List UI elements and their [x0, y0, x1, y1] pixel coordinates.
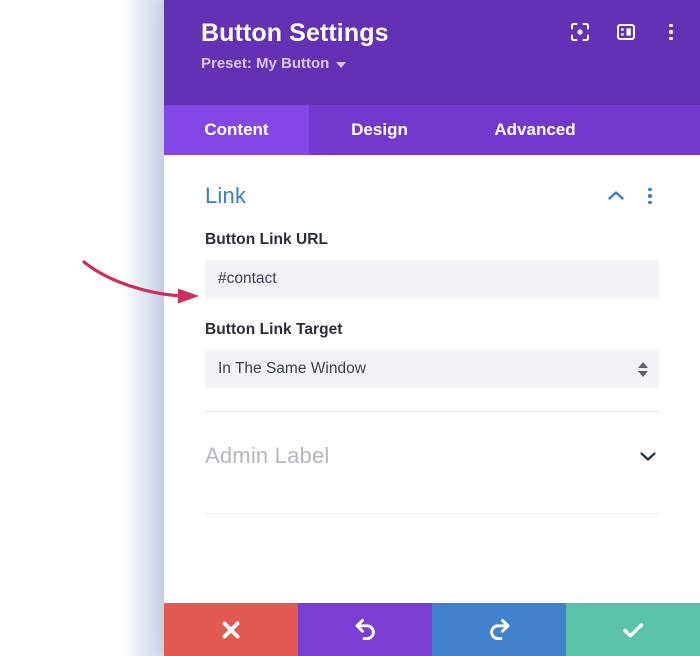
tab-design-label: Design	[351, 120, 408, 139]
button-link-target-label: Button Link Target	[205, 321, 343, 338]
tab-content-label: Content	[204, 120, 269, 139]
link-section-more-options-icon[interactable]	[641, 186, 659, 206]
admin-label-section: Admin Label	[164, 412, 700, 514]
chevron-up-icon[interactable]	[605, 185, 627, 207]
link-section-header[interactable]: Link	[205, 155, 659, 231]
redo-icon	[489, 618, 509, 641]
divi-button-settings-modal: Button Settings Preset: My Button Conten…	[0, 0, 700, 656]
tab-advanced[interactable]: Advanced	[450, 105, 620, 155]
check-icon	[623, 622, 644, 637]
focus-icon[interactable]	[570, 22, 590, 42]
undo-icon	[355, 618, 375, 641]
settings-panel: Button Settings Preset: My Button Conten…	[164, 0, 700, 656]
button-link-url-label: Button Link URL	[205, 231, 329, 248]
panel-header: Button Settings Preset: My Button	[164, 0, 700, 105]
cancel-button[interactable]	[164, 603, 298, 656]
layout-panel-icon[interactable]	[616, 22, 636, 42]
more-options-icon[interactable]	[662, 22, 680, 42]
tab-bar: Content Design Advanced	[164, 105, 700, 155]
redo-button[interactable]	[432, 603, 566, 656]
link-section-title: Link	[205, 183, 247, 208]
button-link-target-select-wrap: In The Same Window	[205, 350, 659, 388]
admin-label-section-title: Admin Label	[205, 443, 330, 468]
preset-selector[interactable]: Preset: My Button	[201, 54, 676, 74]
tab-content[interactable]: Content	[164, 105, 309, 155]
link-section: Link Button Link URL #contact Button Lin…	[164, 155, 700, 412]
header-actions	[570, 22, 680, 42]
preset-label: Preset: My Button	[201, 55, 330, 72]
chevron-down-icon	[336, 62, 347, 68]
admin-label-section-header[interactable]: Admin Label	[205, 412, 659, 500]
tab-design[interactable]: Design	[309, 105, 450, 155]
save-button[interactable]	[566, 603, 700, 656]
button-link-target-field: Button Link Target In The Same Window	[205, 321, 659, 388]
undo-button[interactable]	[298, 603, 432, 656]
section-divider-bottom	[205, 513, 659, 514]
panel-body: Link Button Link URL #contact Button Lin…	[164, 155, 700, 656]
button-link-target-select[interactable]: In The Same Window	[205, 350, 659, 388]
close-icon	[222, 621, 240, 638]
page-backdrop	[0, 0, 164, 656]
action-bar	[164, 603, 700, 656]
button-link-url-field: Button Link URL #contact	[205, 231, 659, 298]
chevron-down-icon[interactable]	[637, 445, 659, 467]
button-link-url-input[interactable]: #contact	[205, 260, 659, 298]
tab-advanced-label: Advanced	[494, 120, 576, 139]
panel-shadow-gradient	[120, 0, 164, 656]
